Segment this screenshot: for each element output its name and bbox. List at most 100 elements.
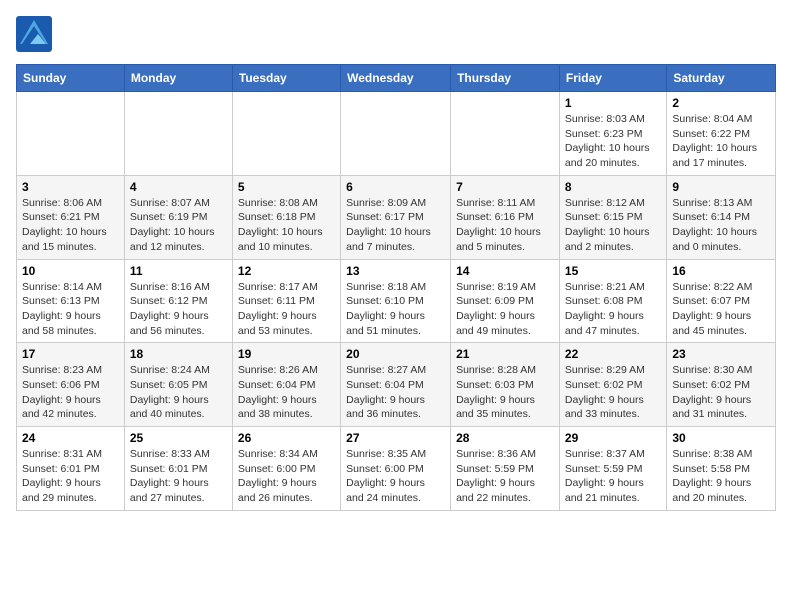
day-info: Sunrise: 8:33 AM Sunset: 6:01 PM Dayligh… [130, 447, 227, 506]
calendar-cell-w3-d4: 21 Sunrise: 8:28 AM Sunset: 6:03 PM Dayli… [451, 343, 560, 427]
day-number: 30 [672, 431, 770, 445]
day-number: 14 [456, 264, 554, 278]
calendar-cell-w4-d6: 30 Sunrise: 8:38 AM Sunset: 5:58 PM Dayli… [667, 427, 776, 511]
day-info: Sunrise: 8:34 AM Sunset: 6:00 PM Dayligh… [238, 447, 335, 506]
calendar-cell-w3-d1: 18 Sunrise: 8:24 AM Sunset: 6:05 PM Dayli… [124, 343, 232, 427]
day-info: Sunrise: 8:14 AM Sunset: 6:13 PM Dayligh… [22, 280, 119, 339]
weekday-header-tuesday: Tuesday [232, 65, 340, 92]
calendar-cell-w3-d0: 17 Sunrise: 8:23 AM Sunset: 6:06 PM Dayli… [17, 343, 125, 427]
calendar-cell-w4-d0: 24 Sunrise: 8:31 AM Sunset: 6:01 PM Dayli… [17, 427, 125, 511]
day-info: Sunrise: 8:06 AM Sunset: 6:21 PM Dayligh… [22, 196, 119, 255]
day-number: 11 [130, 264, 227, 278]
day-number: 22 [565, 347, 661, 361]
day-info: Sunrise: 8:31 AM Sunset: 6:01 PM Dayligh… [22, 447, 119, 506]
day-info: Sunrise: 8:21 AM Sunset: 6:08 PM Dayligh… [565, 280, 661, 339]
day-info: Sunrise: 8:28 AM Sunset: 6:03 PM Dayligh… [456, 363, 554, 422]
calendar-cell-w0-d4 [451, 92, 560, 176]
day-number: 6 [346, 180, 445, 194]
weekday-header-wednesday: Wednesday [341, 65, 451, 92]
day-number: 2 [672, 96, 770, 110]
day-number: 28 [456, 431, 554, 445]
day-info: Sunrise: 8:26 AM Sunset: 6:04 PM Dayligh… [238, 363, 335, 422]
weekday-header-saturday: Saturday [667, 65, 776, 92]
calendar-cell-w0-d6: 2 Sunrise: 8:04 AM Sunset: 6:22 PM Daylig… [667, 92, 776, 176]
day-number: 18 [130, 347, 227, 361]
day-info: Sunrise: 8:38 AM Sunset: 5:58 PM Dayligh… [672, 447, 770, 506]
day-info: Sunrise: 8:29 AM Sunset: 6:02 PM Dayligh… [565, 363, 661, 422]
day-info: Sunrise: 8:24 AM Sunset: 6:05 PM Dayligh… [130, 363, 227, 422]
calendar-cell-w2-d0: 10 Sunrise: 8:14 AM Sunset: 6:13 PM Dayli… [17, 259, 125, 343]
calendar-cell-w4-d3: 27Sunrise: 8:35 AM Sunset: 6:00 PM Dayli… [341, 427, 451, 511]
logo-icon [16, 16, 52, 52]
day-info: Sunrise: 8:09 AM Sunset: 6:17 PM Dayligh… [346, 196, 445, 255]
logo [16, 16, 56, 52]
day-number: 17 [22, 347, 119, 361]
calendar-cell-w1-d6: 9 Sunrise: 8:13 AM Sunset: 6:14 PM Daylig… [667, 175, 776, 259]
day-number: 25 [130, 431, 227, 445]
day-number: 27 [346, 431, 445, 445]
day-info: Sunrise: 8:13 AM Sunset: 6:14 PM Dayligh… [672, 196, 770, 255]
weekday-header-friday: Friday [559, 65, 666, 92]
calendar-cell-w1-d3: 6 Sunrise: 8:09 AM Sunset: 6:17 PM Daylig… [341, 175, 451, 259]
day-info: Sunrise: 8:19 AM Sunset: 6:09 PM Dayligh… [456, 280, 554, 339]
day-info: Sunrise: 8:37 AM Sunset: 5:59 PM Dayligh… [565, 447, 661, 506]
day-number: 15 [565, 264, 661, 278]
calendar-cell-w3-d5: 22 Sunrise: 8:29 AM Sunset: 6:02 PM Dayli… [559, 343, 666, 427]
day-number: 9 [672, 180, 770, 194]
page-header [16, 16, 776, 52]
day-number: 13 [346, 264, 445, 278]
day-info: Sunrise: 8:16 AM Sunset: 6:12 PM Dayligh… [130, 280, 227, 339]
day-info: Sunrise: 8:36 AM Sunset: 5:59 PM Dayligh… [456, 447, 554, 506]
day-number: 10 [22, 264, 119, 278]
day-info: Sunrise: 8:11 AM Sunset: 6:16 PM Dayligh… [456, 196, 554, 255]
calendar-cell-w4-d1: 25 Sunrise: 8:33 AM Sunset: 6:01 PM Dayli… [124, 427, 232, 511]
day-info: Sunrise: 8:30 AM Sunset: 6:02 PM Dayligh… [672, 363, 770, 422]
day-number: 12 [238, 264, 335, 278]
day-number: 1 [565, 96, 661, 110]
day-number: 29 [565, 431, 661, 445]
calendar-cell-w0-d1 [124, 92, 232, 176]
day-number: 16 [672, 264, 770, 278]
calendar-cell-w1-d4: 7 Sunrise: 8:11 AM Sunset: 6:16 PM Daylig… [451, 175, 560, 259]
calendar-cell-w0-d2 [232, 92, 340, 176]
calendar-cell-w2-d3: 13 Sunrise: 8:18 AM Sunset: 6:10 PM Dayli… [341, 259, 451, 343]
day-info: Sunrise: 8:04 AM Sunset: 6:22 PM Dayligh… [672, 112, 770, 171]
day-info: Sunrise: 8:03 AM Sunset: 6:23 PM Dayligh… [565, 112, 661, 171]
day-number: 23 [672, 347, 770, 361]
day-number: 21 [456, 347, 554, 361]
calendar-cell-w4-d5: 29 Sunrise: 8:37 AM Sunset: 5:59 PM Dayli… [559, 427, 666, 511]
calendar-cell-w3-d2: 19 Sunrise: 8:26 AM Sunset: 6:04 PM Dayli… [232, 343, 340, 427]
weekday-header-sunday: Sunday [17, 65, 125, 92]
calendar-table: SundayMondayTuesdayWednesdayThursdayFrid… [16, 64, 776, 511]
weekday-header-monday: Monday [124, 65, 232, 92]
day-number: 8 [565, 180, 661, 194]
day-number: 7 [456, 180, 554, 194]
day-info: Sunrise: 8:12 AM Sunset: 6:15 PM Dayligh… [565, 196, 661, 255]
calendar-cell-w3-d3: 20Sunrise: 8:27 AM Sunset: 6:04 PM Dayli… [341, 343, 451, 427]
calendar-cell-w4-d2: 26 Sunrise: 8:34 AM Sunset: 6:00 PM Dayli… [232, 427, 340, 511]
calendar-cell-w1-d0: 3 Sunrise: 8:06 AM Sunset: 6:21 PM Daylig… [17, 175, 125, 259]
calendar-cell-w4-d4: 28 Sunrise: 8:36 AM Sunset: 5:59 PM Dayli… [451, 427, 560, 511]
day-number: 24 [22, 431, 119, 445]
calendar-cell-w2-d1: 11 Sunrise: 8:16 AM Sunset: 6:12 PM Dayli… [124, 259, 232, 343]
day-info: Sunrise: 8:17 AM Sunset: 6:11 PM Dayligh… [238, 280, 335, 339]
calendar-cell-w2-d4: 14 Sunrise: 8:19 AM Sunset: 6:09 PM Dayli… [451, 259, 560, 343]
day-number: 26 [238, 431, 335, 445]
day-info: Sunrise: 8:07 AM Sunset: 6:19 PM Dayligh… [130, 196, 227, 255]
day-info: Sunrise: 8:18 AM Sunset: 6:10 PM Dayligh… [346, 280, 445, 339]
calendar-cell-w2-d5: 15 Sunrise: 8:21 AM Sunset: 6:08 PM Dayli… [559, 259, 666, 343]
day-info: Sunrise: 8:23 AM Sunset: 6:06 PM Dayligh… [22, 363, 119, 422]
day-info: Sunrise: 8:08 AM Sunset: 6:18 PM Dayligh… [238, 196, 335, 255]
calendar-cell-w3-d6: 23 Sunrise: 8:30 AM Sunset: 6:02 PM Dayli… [667, 343, 776, 427]
day-number: 4 [130, 180, 227, 194]
calendar-cell-w1-d1: 4 Sunrise: 8:07 AM Sunset: 6:19 PM Daylig… [124, 175, 232, 259]
day-number: 20 [346, 347, 445, 361]
day-number: 3 [22, 180, 119, 194]
calendar-cell-w2-d2: 12 Sunrise: 8:17 AM Sunset: 6:11 PM Dayli… [232, 259, 340, 343]
calendar-cell-w0-d3 [341, 92, 451, 176]
calendar-cell-w0-d5: 1 Sunrise: 8:03 AM Sunset: 6:23 PM Daylig… [559, 92, 666, 176]
calendar-cell-w0-d0 [17, 92, 125, 176]
calendar-cell-w1-d5: 8 Sunrise: 8:12 AM Sunset: 6:15 PM Daylig… [559, 175, 666, 259]
day-number: 5 [238, 180, 335, 194]
day-number: 19 [238, 347, 335, 361]
